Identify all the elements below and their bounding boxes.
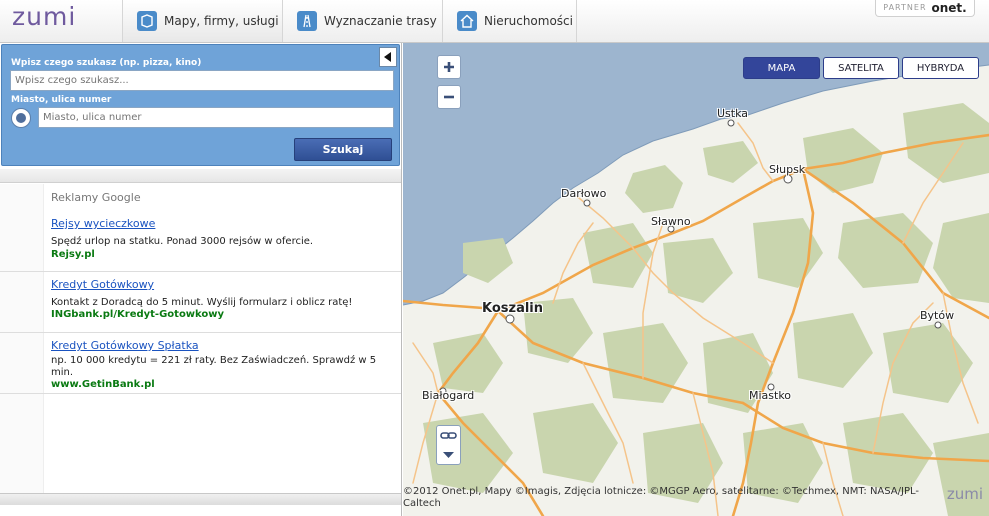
road-icon bbox=[297, 11, 317, 31]
tab-label: Mapy, firmy, usługi bbox=[164, 14, 279, 28]
zoom-in-button[interactable] bbox=[437, 55, 461, 79]
panel-bottom-bar bbox=[0, 493, 401, 505]
section-divider bbox=[0, 169, 401, 183]
zoom-out-button[interactable] bbox=[437, 85, 461, 109]
zumi-logo[interactable]: zumi bbox=[12, 2, 76, 31]
ad-text: Spędź urlop na statku. Ponad 3000 rejsów… bbox=[51, 236, 314, 247]
city-label-miastko: Miastko bbox=[749, 389, 792, 402]
ad-title-link[interactable]: Kredyt Gotówkowy Spłatka bbox=[51, 339, 199, 352]
city-label-darlowo: Darłowo bbox=[561, 187, 607, 200]
map-pin-icon bbox=[137, 11, 157, 31]
where-search-input[interactable] bbox=[38, 107, 394, 128]
ad-item: Kredyt Gotówkowy Spłatka np. 10 000 kred… bbox=[0, 333, 401, 394]
map-canvas[interactable] bbox=[403, 43, 989, 516]
what-search-input[interactable] bbox=[10, 70, 394, 91]
ad-title-link[interactable]: Rejsy wycieczkowe bbox=[51, 217, 155, 230]
map-view[interactable]: Ustka Słupsk Darłowo Sławno Koszalin Byt… bbox=[403, 43, 989, 516]
tab-route-planning[interactable]: Wyznaczanie trasy bbox=[282, 0, 442, 42]
map-type-hybryda-button[interactable]: HYBRYDA bbox=[902, 57, 979, 79]
search-box: Wpisz czego szukasz (np. pizza, kino) Mi… bbox=[1, 44, 400, 166]
ad-url-link[interactable]: INGbank.pl/Kredyt-Gotowkowy bbox=[51, 309, 224, 320]
triangle-left-icon bbox=[384, 52, 391, 62]
ad-item: Rejsy wycieczkowe Spędź urlop na statku.… bbox=[0, 184, 401, 272]
zumi-watermark: zumi bbox=[946, 485, 983, 503]
partner-onet-badge[interactable]: PARTNER onet. bbox=[875, 0, 975, 17]
tab-maps-companies-services[interactable]: Mapy, firmy, usługi bbox=[122, 0, 282, 42]
where-label: Miasto, ulica numer bbox=[11, 95, 112, 105]
left-panel: Wpisz czego szukasz (np. pizza, kino) Mi… bbox=[0, 43, 402, 516]
collapse-panel-button[interactable] bbox=[379, 47, 397, 67]
city-label-ustka: Ustka bbox=[717, 107, 749, 120]
what-label: Wpisz czego szukasz (np. pizza, kino) bbox=[11, 58, 202, 68]
ad-text: Kontakt z Doradcą do 5 minut. Wyślij for… bbox=[51, 297, 353, 308]
city-label-bytow: Bytów bbox=[920, 309, 955, 322]
top-header: zumi Mapy, firmy, usługi Wyznaczanie tra… bbox=[0, 0, 989, 43]
ad-text: np. 10 000 kredytu = 221 zł raty. Bez Za… bbox=[51, 355, 377, 378]
link-icon bbox=[440, 432, 457, 439]
map-type-mapa-button[interactable]: MAPA bbox=[743, 57, 820, 79]
minus-icon bbox=[444, 95, 454, 99]
search-button[interactable]: Szukaj bbox=[294, 138, 392, 161]
onet-logo: onet. bbox=[931, 0, 967, 15]
chevron-down-icon bbox=[443, 452, 454, 458]
city-label-slawno: Sławno bbox=[651, 215, 691, 228]
house-icon bbox=[457, 11, 477, 31]
ad-url-link[interactable]: www.GetinBank.pl bbox=[51, 379, 155, 390]
ad-url-link[interactable]: Rejsy.pl bbox=[51, 249, 95, 260]
city-label-slupsk: Słupsk bbox=[769, 163, 806, 176]
plus-icon bbox=[444, 62, 454, 72]
map-tools-panel bbox=[436, 425, 461, 465]
location-marker-icon[interactable] bbox=[11, 108, 31, 128]
city-label-bialogard: Białogard bbox=[422, 389, 475, 402]
tab-real-estate[interactable]: Nieruchomości bbox=[442, 0, 577, 42]
tab-label: Nieruchomości bbox=[484, 14, 573, 28]
partner-label: PARTNER bbox=[883, 3, 927, 12]
map-copyright: ©2012 Onet.pl, Mapy ©Imagis, Zdjęcia lot… bbox=[403, 486, 919, 509]
city-label-koszalin: Koszalin bbox=[482, 301, 544, 316]
tab-label: Wyznaczanie trasy bbox=[324, 14, 437, 28]
ad-title-link[interactable]: Kredyt Gotówkowy bbox=[51, 278, 154, 291]
ad-item: Kredyt Gotówkowy Kontakt z Doradcą do 5 … bbox=[0, 272, 401, 333]
map-type-satelita-button[interactable]: SATELITA bbox=[823, 57, 899, 79]
